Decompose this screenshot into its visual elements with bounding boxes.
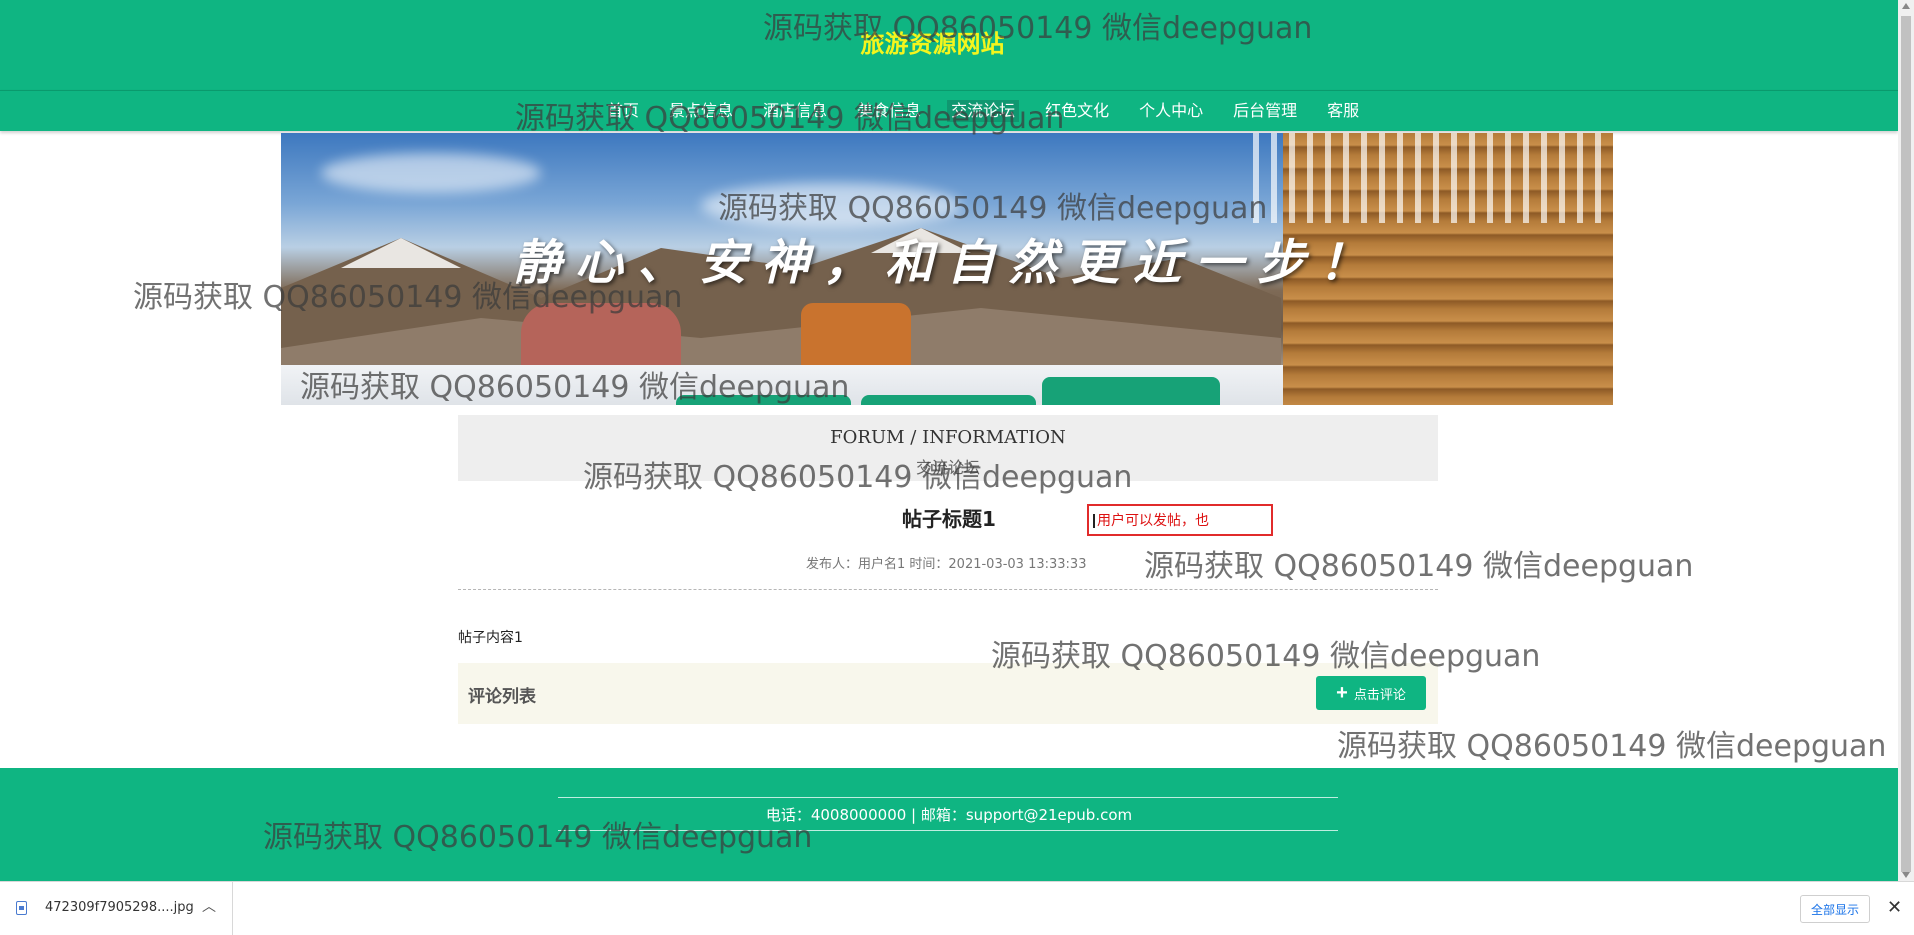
section-title-en: FORUM / INFORMATION (830, 427, 1066, 448)
show-all-button[interactable]: 全部显示 (1800, 895, 1870, 923)
plus-icon: + (1336, 682, 1348, 704)
section-header: FORUM / INFORMATION 交流论坛 (458, 415, 1438, 481)
nav-item-home[interactable]: 首页 (603, 100, 643, 122)
footer-contact: 电话：4008000000 | 邮箱：support@21epub.com (765, 806, 1133, 824)
section-title-cn: 交流论坛 (915, 458, 980, 477)
cloud-shape (701, 183, 961, 228)
page-scrollbar[interactable] (1898, 0, 1914, 881)
nav-item-attractions[interactable]: 景点信息 (665, 100, 737, 122)
comment-button[interactable]: + 点击评论 (1316, 676, 1426, 710)
banner-tab[interactable] (676, 395, 851, 405)
nav-item-food[interactable]: 美食信息 (853, 100, 925, 122)
nav-list: 首页 景点信息 酒店信息 美食信息 交流论坛 红色文化 个人中心 后台管理 客服 (603, 100, 1363, 122)
nav-item-admin[interactable]: 后台管理 (1229, 100, 1301, 122)
nav-item-forum[interactable]: 交流论坛 (947, 100, 1020, 122)
scroll-thumb[interactable] (1901, 16, 1911, 872)
chevron-up-icon[interactable]: ︿ (202, 896, 216, 916)
post-content: 帖子内容1 (458, 630, 523, 646)
comments-label: 评论列表 (468, 687, 536, 707)
banner-slogan: 静心、安神，和自然更近一步！ (512, 235, 1381, 291)
site-title[interactable]: 旅游资源网站 (0, 24, 1865, 59)
site-footer: 电话：4008000000 | 邮箱：support@21epub.com (0, 768, 1898, 881)
scroll-down-icon[interactable] (1902, 872, 1910, 878)
scroll-up-icon[interactable] (1902, 3, 1910, 9)
nav-item-service[interactable]: 客服 (1323, 100, 1363, 122)
post-meta: 发布人：用户名1 时间：2021-03-03 13:33:33 (806, 557, 1087, 572)
banner-tab[interactable] (861, 395, 1036, 405)
site-header: 旅游资源网站 (0, 0, 1898, 90)
close-icon[interactable]: ✕ (1887, 897, 1902, 918)
footer-divider (558, 830, 1338, 831)
icicles-graphic (1253, 133, 1613, 223)
download-bar: 472309f7905298....jpg ︿ 全部显示 ✕ (0, 881, 1914, 935)
text-cursor (1093, 514, 1095, 528)
nav-item-red-culture[interactable]: 红色文化 (1041, 100, 1113, 122)
download-file-name[interactable]: 472309f7905298....jpg (45, 900, 194, 915)
post-title: 帖子标题1 (902, 507, 996, 531)
divider (458, 589, 1438, 590)
file-icon (16, 901, 27, 915)
banner-image: 静心、安神，和自然更近一步！ (281, 133, 1613, 405)
watermark: 源码获取 QQ86050149 微信deepguan (1337, 729, 1887, 764)
hint-textbox[interactable]: 用户可以发帖，也 (1087, 504, 1273, 536)
comments-section: 评论列表 + 点击评论 (458, 663, 1438, 724)
banner-tab-active[interactable] (1042, 377, 1220, 405)
main-nav: 首页 景点信息 酒店信息 美食信息 交流论坛 红色文化 个人中心 后台管理 客服 (0, 90, 1898, 131)
nav-item-user-center[interactable]: 个人中心 (1135, 100, 1207, 122)
download-item[interactable]: 472309f7905298....jpg ︿ (0, 882, 233, 935)
watermark: 源码获取 QQ86050149 微信deepguan (1144, 549, 1694, 584)
nav-item-hotels[interactable]: 酒店信息 (759, 100, 831, 122)
footer-divider (558, 797, 1338, 798)
comment-button-label: 点击评论 (1353, 686, 1406, 702)
cloud-shape (321, 153, 541, 193)
